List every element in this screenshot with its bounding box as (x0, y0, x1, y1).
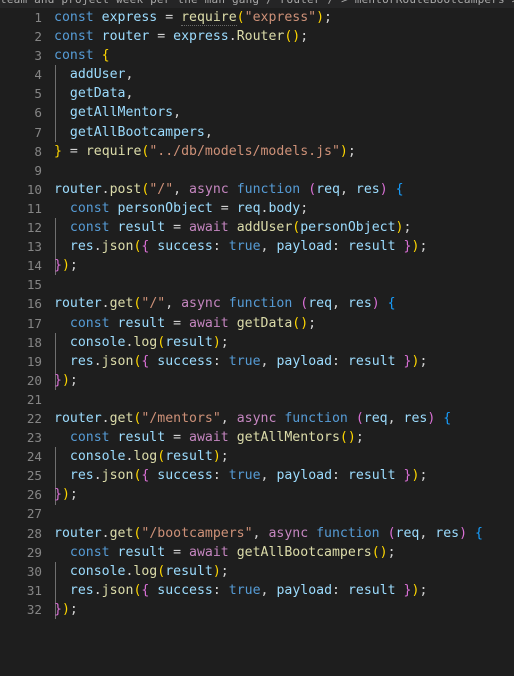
line-source: getAllBootcampers, (69, 124, 213, 140)
line-number: 9 (34, 162, 42, 178)
line-source: }); (54, 601, 78, 617)
breadcrumb-bar[interactable]: team and project week per the man gang /… (0, 0, 514, 8)
line-number: 30 (26, 563, 42, 579)
line-source: const express = require("express"); (54, 10, 332, 26)
code-line[interactable]: 12 const result = await addUser(personOb… (0, 218, 514, 237)
line-source: router.get("/mentors", async function (r… (54, 410, 452, 426)
line-source: res.json({ success: true, payload: resul… (69, 353, 428, 369)
line-source: const { (54, 48, 110, 64)
line-number: 29 (26, 544, 42, 560)
code-line[interactable]: 28 router.get("/bootcampers", async func… (0, 524, 514, 543)
line-number: 31 (26, 582, 42, 598)
line-number: 12 (26, 220, 42, 236)
line-number: 28 (26, 525, 42, 541)
code-line[interactable]: 13 res.json({ success: true, payload: re… (0, 237, 514, 256)
code-line[interactable]: 7 getAllBootcampers, (0, 123, 514, 142)
line-source: res.json({ success: true, payload: resul… (69, 239, 428, 255)
code-line[interactable]: 19 res.json({ success: true, payload: re… (0, 352, 514, 371)
code-line[interactable]: 26 }); (0, 485, 514, 504)
code-line[interactable]: 30 console.log(result); (0, 562, 514, 581)
line-source: const personObject = req.body; (69, 200, 309, 216)
line-number: 24 (26, 449, 42, 465)
line-source: const result = await addUser(personObjec… (69, 220, 412, 236)
line-number: 8 (34, 143, 42, 159)
line-number: 22 (26, 410, 42, 426)
line-number: 6 (34, 105, 42, 121)
code-line[interactable]: 6 getAllMentors, (0, 103, 514, 122)
line-number: 2 (34, 29, 42, 45)
line-number: 14 (26, 258, 42, 274)
code-editor[interactable]: team and project week per the man gang /… (0, 0, 514, 620)
line-source: res.json({ success: true, payload: resul… (69, 468, 428, 484)
code-line[interactable]: 21 (0, 390, 514, 409)
line-number: 25 (26, 468, 42, 484)
line-number: 18 (26, 334, 42, 350)
line-number: 17 (26, 315, 42, 331)
code-line[interactable]: 1 const express = require("express"); (0, 8, 514, 27)
line-source: console.log(result); (69, 449, 229, 465)
line-number: 26 (26, 487, 42, 503)
line-number: 16 (26, 296, 42, 312)
code-line[interactable]: 17 const result = await getData(); (0, 314, 514, 333)
code-line[interactable]: 3 const { (0, 46, 514, 65)
code-line[interactable]: 10 router.post("/", async function (req,… (0, 180, 514, 199)
line-number: 7 (34, 124, 42, 140)
line-number: 10 (26, 181, 42, 197)
line-source: const result = await getData(); (69, 315, 317, 331)
line-source: }); (54, 258, 78, 274)
breadcrumb-text: team and project week per the man gang /… (0, 0, 514, 8)
line-source: const router = express.Router(); (54, 29, 309, 45)
line-source: console.log(result); (69, 563, 229, 579)
code-line[interactable]: 16 router.get("/", async function (req, … (0, 294, 514, 313)
code-line[interactable]: 18 console.log(result); (0, 333, 514, 352)
line-source: router.get("/", async function (req, res… (54, 296, 396, 312)
code-line[interactable]: 29 const result = await getAllBootcamper… (0, 543, 514, 562)
line-number: 1 (34, 10, 42, 25)
line-source: router.post("/", async function (req, re… (54, 181, 404, 197)
line-number: 19 (26, 353, 42, 369)
code-line[interactable]: 15 (0, 275, 514, 294)
line-number: 21 (26, 391, 42, 407)
line-source: res.json({ success: true, payload: resul… (69, 582, 428, 598)
line-number: 13 (26, 239, 42, 255)
line-source: router.get("/bootcampers", async functio… (54, 525, 483, 541)
code-line[interactable]: 32 }); (0, 600, 514, 619)
line-number: 3 (34, 48, 42, 64)
line-number: 23 (26, 430, 42, 446)
line-number: 11 (26, 200, 42, 216)
code-line[interactable]: 8 } = require("../db/models/models.js"); (0, 142, 514, 161)
code-line[interactable]: 14 }); (0, 256, 514, 275)
line-source: const result = await getAllMentors(); (69, 430, 364, 446)
line-number: 20 (26, 372, 42, 388)
code-line[interactable]: 2 const router = express.Router(); (0, 27, 514, 46)
code-content[interactable]: 1 const express = require("express"); 2 … (0, 8, 514, 620)
line-source: getData, (69, 86, 134, 102)
line-source: }); (54, 372, 78, 388)
code-line[interactable]: 5 getData, (0, 84, 514, 103)
code-line[interactable]: 25 res.json({ success: true, payload: re… (0, 466, 514, 485)
code-line[interactable]: 31 res.json({ success: true, payload: re… (0, 581, 514, 600)
code-line[interactable]: 4 addUser, (0, 65, 514, 84)
line-number: 15 (26, 277, 42, 293)
line-source: } = require("../db/models/models.js"); (54, 143, 356, 159)
line-source: getAllMentors, (69, 105, 182, 121)
code-line[interactable]: 27 (0, 504, 514, 523)
line-source: console.log(result); (69, 334, 229, 350)
code-line[interactable]: 9 (0, 161, 514, 180)
code-line[interactable]: 20 }); (0, 371, 514, 390)
line-number: 32 (26, 601, 42, 617)
code-line[interactable]: 24 console.log(result); (0, 447, 514, 466)
line-source: addUser, (69, 67, 134, 83)
code-line[interactable]: 11 const personObject = req.body; (0, 199, 514, 218)
code-line[interactable]: 22 router.get("/mentors", async function… (0, 409, 514, 428)
code-line[interactable]: 23 const result = await getAllMentors(); (0, 428, 514, 447)
line-source: const result = await getAllBootcampers()… (69, 544, 396, 560)
line-number: 4 (34, 67, 42, 83)
line-number: 27 (26, 506, 42, 522)
line-source: }); (54, 487, 78, 503)
line-number: 5 (34, 86, 42, 102)
